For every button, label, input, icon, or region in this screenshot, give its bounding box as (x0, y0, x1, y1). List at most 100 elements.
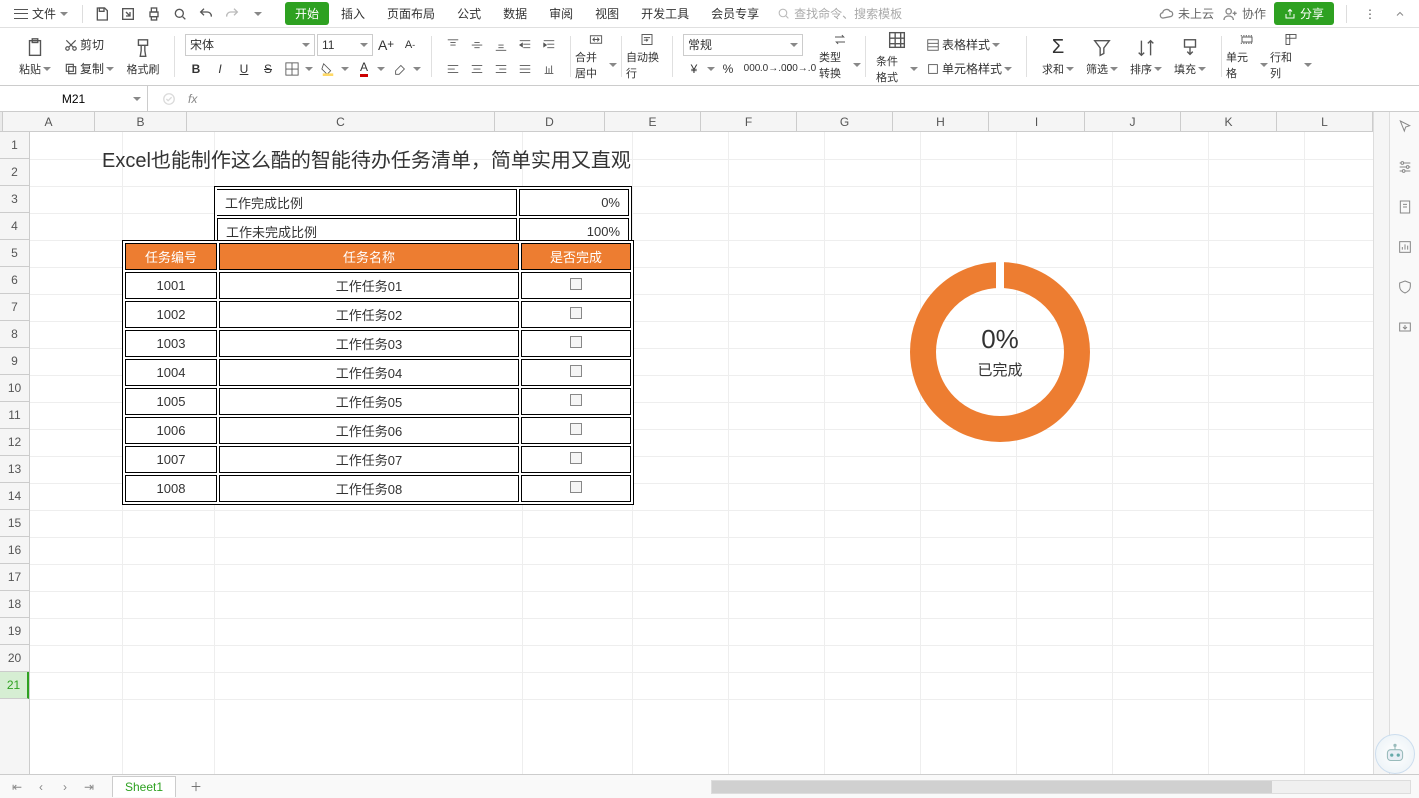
sum-button[interactable]: Σ求和 (1037, 36, 1079, 77)
font-color-button[interactable]: A (353, 58, 375, 80)
col-header-G[interactable]: G (797, 112, 893, 131)
row-header-21[interactable]: 21 (0, 672, 29, 699)
align-left-button[interactable] (442, 58, 464, 80)
cut-button[interactable]: 剪切 (60, 34, 118, 56)
row-header-4[interactable]: 4 (0, 213, 29, 240)
redo-button[interactable] (221, 3, 243, 25)
qat-more-button[interactable] (247, 3, 269, 25)
row-header-3[interactable]: 3 (0, 186, 29, 213)
cell-button[interactable]: 单元格 (1226, 32, 1268, 81)
cell-style-button[interactable]: 单元格样式 (922, 58, 1016, 80)
formula-input[interactable] (207, 86, 1419, 111)
row-header-11[interactable]: 11 (0, 402, 29, 429)
col-header-K[interactable]: K (1181, 112, 1277, 131)
side-settings-button[interactable] (1394, 156, 1416, 178)
name-box[interactable] (0, 86, 148, 111)
sort-button[interactable]: 排序 (1125, 36, 1167, 77)
preview-button[interactable] (169, 3, 191, 25)
tab-data[interactable]: 数据 (493, 2, 537, 25)
row-header-2[interactable]: 2 (0, 159, 29, 186)
vertical-scrollbar[interactable] (1373, 112, 1389, 774)
collab-button[interactable]: 协作 (1222, 5, 1266, 22)
tab-review[interactable]: 审阅 (539, 2, 583, 25)
row-header-6[interactable]: 6 (0, 267, 29, 294)
col-header-I[interactable]: I (989, 112, 1085, 131)
border-button[interactable] (281, 58, 303, 80)
wrap-button[interactable]: 自动换行 (626, 32, 668, 81)
tab-member[interactable]: 会员专享 (701, 2, 769, 25)
assistant-button[interactable] (1375, 734, 1415, 774)
row-header-13[interactable]: 13 (0, 456, 29, 483)
orientation-button[interactable] (538, 58, 560, 80)
row-header-20[interactable]: 20 (0, 645, 29, 672)
collapse-ribbon-button[interactable] (1389, 3, 1411, 25)
align-center-button[interactable] (466, 58, 488, 80)
font-size-select[interactable]: 11 (317, 34, 373, 56)
col-header-J[interactable]: J (1085, 112, 1181, 131)
copy-button[interactable]: 复制 (60, 58, 118, 80)
row-header-8[interactable]: 8 (0, 321, 29, 348)
col-header-L[interactable]: L (1277, 112, 1373, 131)
underline-button[interactable]: U (233, 58, 255, 80)
col-header-F[interactable]: F (701, 112, 797, 131)
row-header-18[interactable]: 18 (0, 591, 29, 618)
checkbox[interactable] (570, 307, 582, 319)
sheet-tab[interactable]: Sheet1 (112, 776, 176, 797)
indent-inc-button[interactable] (538, 34, 560, 56)
merge-button[interactable]: 合并居中 (575, 32, 617, 81)
row-header-16[interactable]: 16 (0, 537, 29, 564)
tab-start[interactable]: 开始 (285, 2, 329, 25)
percent-button[interactable]: % (717, 58, 739, 80)
app-menu-button[interactable]: 文件 (8, 3, 74, 24)
undo-button[interactable] (195, 3, 217, 25)
col-header-B[interactable]: B (95, 112, 187, 131)
fill-color-button[interactable] (317, 58, 339, 80)
command-search[interactable]: 查找命令、搜索模板 (769, 3, 910, 24)
row-header-10[interactable]: 10 (0, 375, 29, 402)
export-button[interactable] (117, 3, 139, 25)
col-header-E[interactable]: E (605, 112, 701, 131)
tab-insert[interactable]: 插入 (331, 2, 375, 25)
tab-formula[interactable]: 公式 (447, 2, 491, 25)
cells[interactable]: Excel也能制作这么酷的智能待办任务清单，简单实用又直观 工作完成比例0% 工… (30, 132, 1373, 774)
checkbox[interactable] (570, 452, 582, 464)
type-convert-button[interactable]: 类型转换 (819, 32, 861, 81)
col-header-C[interactable]: C (187, 112, 495, 131)
paste-button[interactable]: 粘贴 (14, 34, 56, 80)
row-header-1[interactable]: 1 (0, 132, 29, 159)
side-backup-button[interactable] (1394, 316, 1416, 338)
align-top-button[interactable] (442, 34, 464, 56)
col-header-D[interactable]: D (495, 112, 605, 131)
row-header-12[interactable]: 12 (0, 429, 29, 456)
side-style-button[interactable] (1394, 196, 1416, 218)
align-bottom-button[interactable] (490, 34, 512, 56)
checkbox[interactable] (570, 394, 582, 406)
row-header-7[interactable]: 7 (0, 294, 29, 321)
cloud-sync-button[interactable]: 未上云 (1158, 5, 1214, 22)
checkbox[interactable] (570, 365, 582, 377)
dec-decimal-button[interactable]: .00→.0 (789, 58, 811, 80)
prev-sheet-button[interactable]: ‹ (32, 778, 50, 796)
tab-layout[interactable]: 页面布局 (377, 2, 445, 25)
align-right-button[interactable] (490, 58, 512, 80)
grid[interactable]: ABCDEFGHIJKL 123456789101112131415161718… (0, 112, 1373, 774)
italic-button[interactable]: I (209, 58, 231, 80)
number-format-select[interactable]: 常规 (683, 34, 803, 56)
row-header-9[interactable]: 9 (0, 348, 29, 375)
more-button[interactable]: ⋮ (1359, 3, 1381, 25)
checkbox[interactable] (570, 336, 582, 348)
save-button[interactable] (91, 3, 113, 25)
checkbox[interactable] (570, 481, 582, 493)
add-sheet-button[interactable]: ＋ (186, 777, 206, 797)
justify-button[interactable] (514, 58, 536, 80)
font-name-select[interactable]: 宋体 (185, 34, 315, 56)
last-sheet-button[interactable]: ⇥ (80, 778, 98, 796)
filter-button[interactable]: 筛选 (1081, 36, 1123, 77)
share-button[interactable]: 分享 (1274, 2, 1334, 25)
name-box-input[interactable] (19, 92, 129, 106)
checkbox[interactable] (570, 278, 582, 290)
format-painter-button[interactable]: 格式刷 (122, 34, 164, 80)
print-button[interactable] (143, 3, 165, 25)
fill-button[interactable]: 填充 (1169, 36, 1211, 77)
increase-font-button[interactable]: A+ (375, 34, 397, 56)
